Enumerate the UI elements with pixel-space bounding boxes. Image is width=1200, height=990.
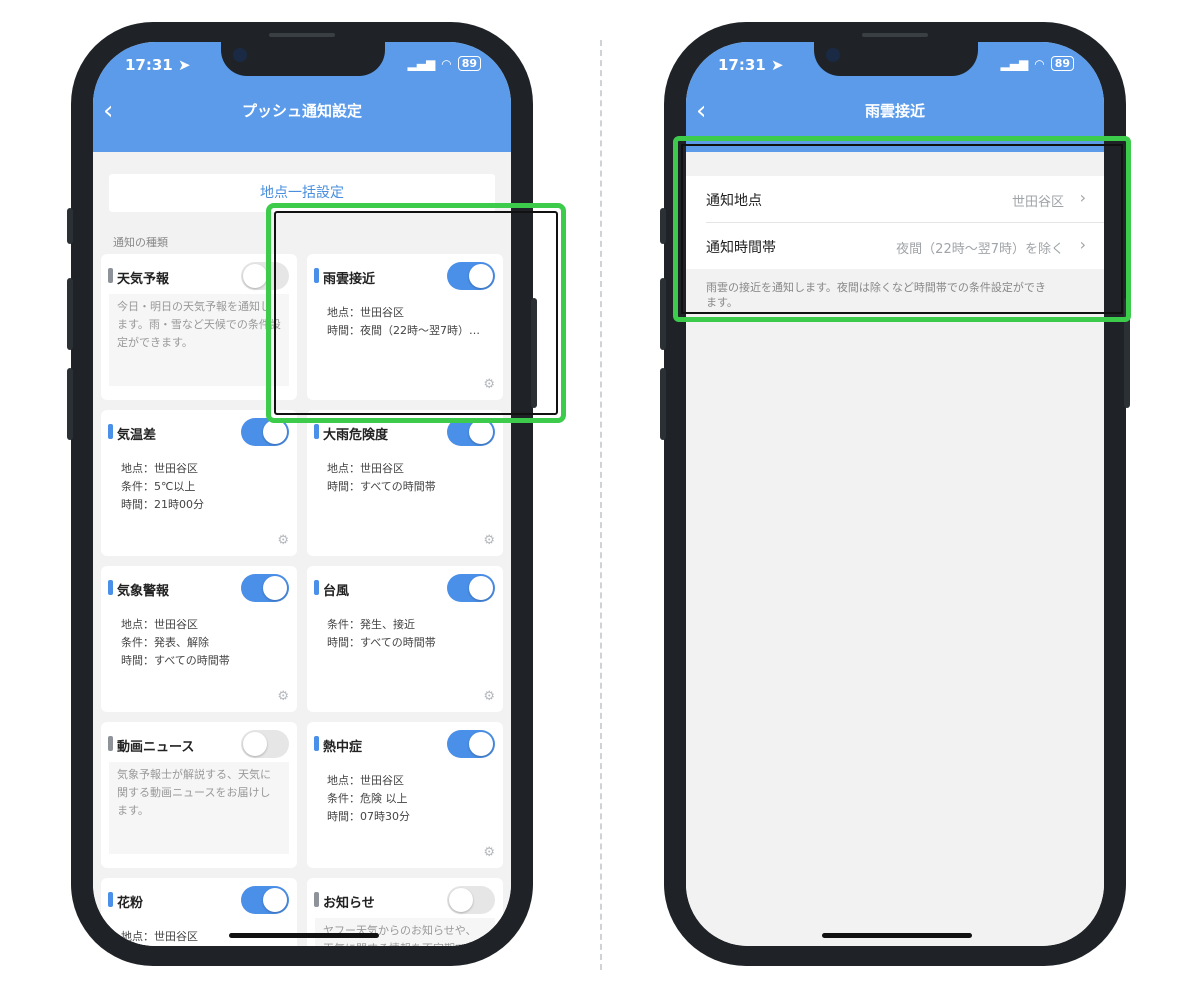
mute-switch [67,208,73,244]
card-accent-bar [108,892,113,907]
toggle-knob [449,888,473,912]
volume-down-button [660,368,666,440]
status-icons: ▂▄▆ ◠ 89 [408,56,481,71]
notification-card[interactable]: 熱中症地点：世田谷区 条件：危険 以上 時間：07時30分 ⚙ [307,722,503,868]
gear-icon[interactable]: ⚙ [277,689,289,704]
card-accent-bar [108,424,113,439]
highlight-box-settings [673,136,1131,322]
card-title: 花粉 [117,896,144,911]
card-accent-bar [108,580,113,595]
notification-card[interactable]: 大雨危険度地点：世田谷区時間：すべての時間帯 ⚙ [307,410,503,556]
gear-icon[interactable]: ⚙ [483,689,495,704]
card-accent-bar [108,736,113,751]
notification-card[interactable]: 台風条件：発生、接近時間：すべての時間帯 ⚙ [307,566,503,712]
toggle-knob [469,576,493,600]
card-detail-line: 地点：世田谷区 [327,774,404,787]
card-detail-line: 時間：21時00分 [121,498,204,511]
card-description: 今日・明日の天気予報を通知します。雨・雪など天候での条件設定ができます。 [109,294,289,386]
phone-left: 17:31 ➤ ▂▄▆ ◠ 89 ‹ プッシュ通知設定 地点一括設定 通知の種類… [67,22,537,966]
wifi-icon: ◠ [1034,56,1045,71]
notch [221,42,385,76]
notification-card[interactable]: 動画ニュース気象予報士が解説する、天気に関する動画ニュースをお届けします。 [101,722,297,868]
card-details: 地点：世田谷区条件：すべての予報時間：07時30分 [121,928,219,946]
card-detail-line: 地点：世田谷区 [121,462,198,475]
status-icons: ▂▄▆ ◠ 89 [1001,56,1074,71]
card-detail-line: 地点：世田谷区 [121,618,198,631]
card-title: 動画ニュース [117,740,195,755]
card-toggle[interactable] [447,886,495,914]
volume-up-button [67,278,73,350]
card-detail-line: 条件：危険 以上 [327,792,408,805]
card-description: 気象予報士が解説する、天気に関する動画ニュースをお届けします。 [109,762,289,854]
card-detail-line: 時間：すべての時間帯 [327,480,436,493]
speaker-grille [862,33,928,37]
card-title: 天気予報 [117,272,170,287]
card-title: 台風 [323,584,350,599]
card-detail-line: 地点：世田谷区 [327,462,404,475]
highlight-box-rain-card [266,203,566,423]
card-details: 地点：世田谷区 条件：発表、解除時間：すべての時間帯 [121,616,230,670]
card-title: お知らせ [323,896,375,911]
card-details: 地点：世田谷区 条件：危険 以上 時間：07時30分 [327,772,410,826]
card-detail-line: 条件：5℃以上 [121,480,196,493]
card-detail-line: 時間：07時30分 [327,810,410,823]
status-time: 17:31 ➤ [125,56,191,74]
card-title: 気象警報 [117,584,170,599]
toggle-knob [263,420,287,444]
panel-divider [600,40,602,970]
speaker-grille [269,33,335,37]
toggle-knob [469,732,493,756]
card-detail-line: 地点：世田谷区 [121,930,198,943]
battery-icon: 89 [457,56,481,71]
status-time: 17:31 ➤ [718,56,784,74]
card-detail-line: 条件：発表、解除 [121,636,209,649]
card-toggle[interactable] [241,574,289,602]
card-details: 条件：発生、接近時間：すべての時間帯 [327,616,436,652]
card-accent-bar [314,892,319,907]
toggle-knob [243,732,267,756]
notch [814,42,978,76]
home-indicator[interactable] [822,933,972,938]
signal-icon: ▂▄▆ [1000,56,1029,71]
wifi-icon: ◠ [441,56,452,71]
card-toggle[interactable] [447,730,495,758]
card-detail-line: 条件：発生、接近 [327,618,415,631]
page-title: 雨雲接近 [864,102,925,120]
toggle-knob [243,264,267,288]
toggle-knob [263,576,287,600]
page-title: プッシュ通知設定 [241,102,362,120]
gear-icon[interactable]: ⚙ [483,533,495,548]
toggle-knob [263,888,287,912]
volume-down-button [67,368,73,440]
card-toggle[interactable] [447,574,495,602]
card-detail-line: 時間：すべての時間帯 [121,654,230,667]
gear-icon[interactable]: ⚙ [483,845,495,860]
card-accent-bar [314,580,319,595]
section-label: 通知の種類 [113,236,168,249]
location-arrow-icon: ➤ [177,56,191,74]
battery-icon: 89 [1050,56,1074,71]
notification-card[interactable]: 気温差地点：世田谷区 条件：5℃以上 時間：21時00分 ⚙ [101,410,297,556]
signal-icon: ▂▄▆ [407,56,436,71]
volume-up-button [660,278,666,350]
card-title: 熱中症 [323,740,363,755]
card-title: 気温差 [117,428,157,443]
mute-switch [660,208,666,244]
toggle-knob [469,420,493,444]
card-toggle[interactable] [241,730,289,758]
location-arrow-icon: ➤ [770,56,784,74]
card-accent-bar [314,424,319,439]
home-indicator[interactable] [229,933,379,938]
gear-icon[interactable]: ⚙ [277,533,289,548]
card-toggle[interactable] [241,886,289,914]
card-accent-bar [314,736,319,751]
card-details: 地点：世田谷区時間：すべての時間帯 [327,460,436,496]
notification-card[interactable]: 気象警報地点：世田谷区 条件：発表、解除時間：すべての時間帯 ⚙ [101,566,297,712]
screen-left: 17:31 ➤ ▂▄▆ ◠ 89 ‹ プッシュ通知設定 地点一括設定 通知の種類… [93,42,511,946]
card-accent-bar [108,268,113,283]
card-title: 大雨危険度 [323,428,389,443]
card-details: 地点：世田谷区 条件：5℃以上 時間：21時00分 [121,460,204,514]
card-description: ヤフー天気からのお知らせや、天気に関する情報を不定期でお届けします。 [315,918,495,946]
card-detail-line: 時間：すべての時間帯 [327,636,436,649]
